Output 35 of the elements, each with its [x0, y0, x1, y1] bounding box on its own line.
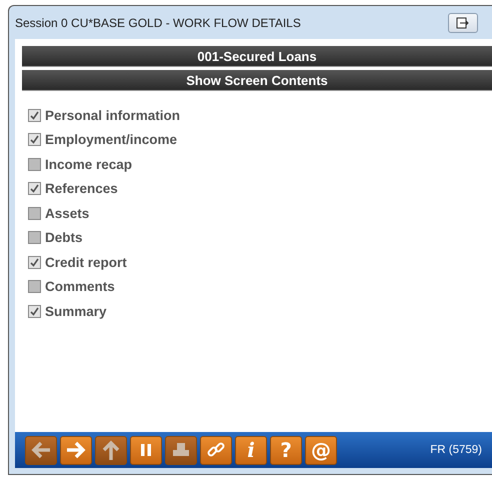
checkbox[interactable]	[28, 231, 41, 244]
option-label: Comments	[45, 279, 115, 294]
left-arrow-icon	[30, 440, 52, 460]
option-label: Debts	[45, 230, 83, 246]
option-label: Assets	[45, 206, 90, 221]
section-header: 001-Secured Loans	[22, 46, 492, 67]
window-title: Session 0 CU*BASE GOLD - WORK FLOW DETAILS	[15, 16, 301, 30]
section-header: Show Screen Contents	[22, 70, 492, 91]
checkbox[interactable]	[28, 304, 41, 318]
pause-button[interactable]	[130, 436, 162, 464]
restore-icon	[456, 16, 470, 28]
checkbox[interactable]	[28, 108, 41, 122]
checkbox[interactable]	[28, 158, 41, 171]
link-button[interactable]	[200, 436, 232, 464]
right-arrow-icon	[65, 440, 87, 460]
up-arrow-icon	[101, 439, 121, 461]
option-label: Personal information	[45, 108, 180, 123]
checkbox[interactable]	[28, 256, 41, 269]
option-label: Income recap	[45, 156, 132, 172]
status-text: FR (5759)	[430, 444, 483, 456]
restore-button[interactable]	[448, 12, 478, 32]
toolbar-button[interactable]: i	[235, 436, 267, 464]
option-label: References	[45, 181, 118, 196]
checkbox[interactable]	[28, 280, 41, 294]
option-label: Employment/income	[45, 132, 178, 148]
option-label: Summary	[45, 304, 107, 319]
checkbox[interactable]	[28, 182, 41, 196]
pause-icon	[139, 443, 153, 457]
forward-button[interactable]	[60, 436, 92, 464]
checkbox[interactable]	[28, 133, 41, 146]
toolbar-button[interactable]: @	[305, 436, 337, 464]
option-label: Credit report	[45, 254, 127, 270]
printer-icon	[172, 442, 190, 458]
checkbox[interactable]	[28, 206, 41, 220]
toolbar-button[interactable]: ?	[270, 436, 302, 464]
